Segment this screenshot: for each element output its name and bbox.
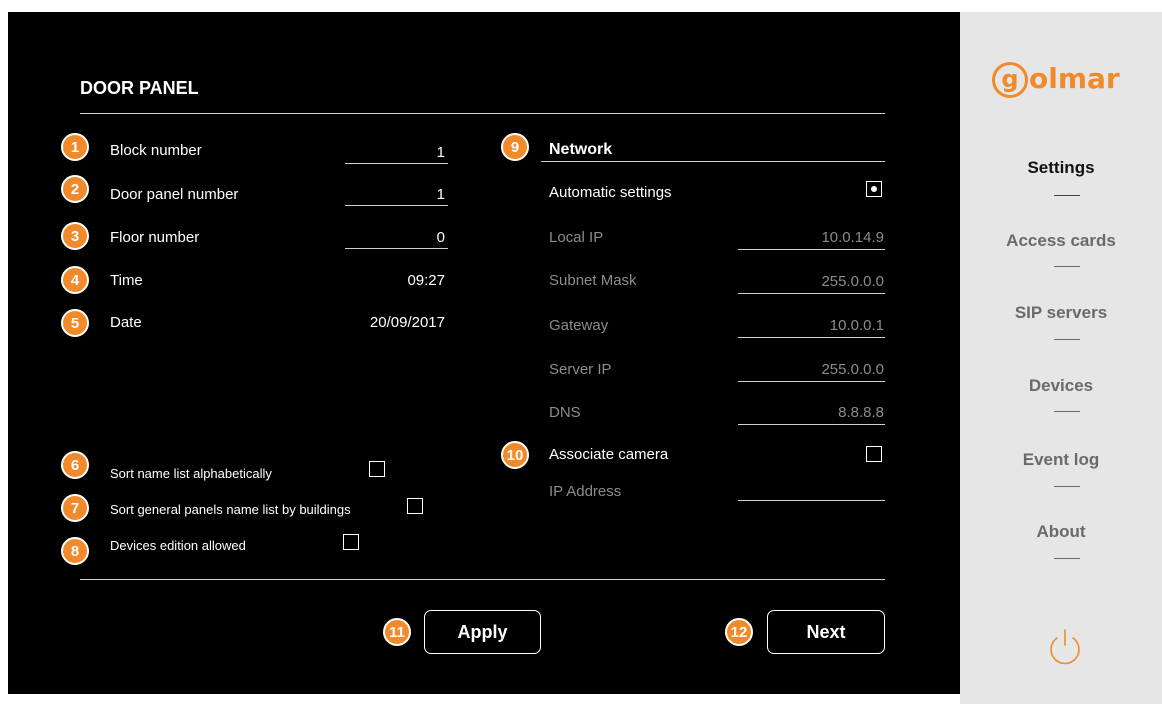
badge-5: 5	[61, 309, 89, 337]
next-button[interactable]: Next	[767, 610, 885, 654]
gateway-value[interactable]: 10.0.0.1	[738, 317, 884, 334]
logo-g-mark: g	[992, 62, 1028, 98]
gateway-underline	[738, 337, 885, 338]
badge-7: 7	[61, 494, 89, 522]
nav-settings[interactable]: Settings	[960, 158, 1162, 178]
badge-6: 6	[61, 451, 89, 479]
dns-value[interactable]: 8.8.8.8	[738, 404, 884, 421]
block-number-underline	[345, 163, 448, 164]
block-number-label: Block number	[110, 142, 202, 159]
logo-wordmark: olmar	[1029, 62, 1120, 95]
date-label: Date	[110, 314, 142, 331]
badge-8: 8	[61, 537, 89, 565]
badge-11: 11	[383, 618, 411, 646]
nav-sip-servers-dash	[1054, 339, 1080, 340]
time-value[interactable]: 09:27	[345, 272, 445, 289]
sort-alphabetically-checkbox[interactable]	[369, 461, 385, 477]
associate-camera-label: Associate camera	[549, 446, 669, 463]
nav-sip-servers[interactable]: SIP servers	[960, 303, 1162, 323]
devices-edition-checkbox[interactable]	[343, 534, 359, 550]
sort-alphabetically-label: Sort name list alphabetically	[110, 466, 272, 481]
subnet-mask-value[interactable]: 255.0.0.0	[738, 273, 884, 290]
badge-10: 10	[501, 441, 529, 469]
bottom-divider	[80, 579, 885, 580]
floor-number-value[interactable]: 0	[345, 229, 445, 246]
nav-about[interactable]: About	[960, 522, 1162, 542]
nav-devices-dash	[1054, 411, 1080, 412]
nav-settings-dash	[1054, 195, 1080, 196]
nav-event-log-dash	[1054, 486, 1080, 487]
floor-number-label: Floor number	[110, 229, 200, 246]
nav-devices[interactable]: Devices	[960, 376, 1162, 396]
badge-2: 2	[61, 175, 89, 203]
dns-underline	[738, 424, 885, 425]
main-panel	[8, 12, 960, 694]
door-panel-number-value[interactable]: 1	[345, 186, 445, 203]
sort-by-buildings-label: Sort general panels name list by buildin…	[110, 502, 351, 517]
local-ip-label: Local IP	[549, 229, 604, 246]
nav-access-cards[interactable]: Access cards	[960, 231, 1162, 251]
badge-4: 4	[61, 266, 89, 294]
local-ip-value[interactable]: 10.0.14.9	[738, 229, 884, 246]
automatic-settings-label: Automatic settings	[549, 184, 672, 201]
subnet-mask-underline	[738, 293, 885, 294]
sort-by-buildings-checkbox[interactable]	[407, 498, 423, 514]
time-label: Time	[110, 272, 143, 289]
dns-label: DNS	[549, 404, 581, 421]
block-number-value[interactable]: 1	[345, 144, 445, 161]
subnet-mask-label: Subnet Mask	[549, 272, 637, 289]
nav-event-log[interactable]: Event log	[960, 450, 1162, 470]
devices-edition-label: Devices edition allowed	[110, 538, 246, 553]
door-panel-number-label: Door panel number	[110, 186, 239, 203]
page-title: DOOR PANEL	[80, 78, 199, 98]
badge-3: 3	[61, 222, 89, 250]
sidebar	[960, 12, 1162, 704]
server-ip-underline	[738, 381, 885, 382]
ip-address-label: IP Address	[549, 483, 622, 500]
apply-button[interactable]: Apply	[424, 610, 541, 654]
badge-9: 9	[501, 133, 529, 161]
radio-selected-dot	[871, 186, 877, 192]
ip-address-underline	[738, 500, 885, 501]
date-value[interactable]: 20/09/2017	[335, 314, 445, 331]
gateway-label: Gateway	[549, 317, 609, 334]
local-ip-underline	[738, 249, 885, 250]
server-ip-value[interactable]: 255.0.0.0	[738, 361, 884, 378]
network-title: Network	[549, 141, 613, 158]
power-icon[interactable]	[1046, 628, 1084, 666]
nav-access-cards-dash	[1054, 266, 1080, 267]
associate-camera-checkbox[interactable]	[866, 446, 882, 462]
floor-number-underline	[345, 248, 448, 249]
automatic-settings-radio[interactable]	[866, 181, 882, 197]
door-panel-number-underline	[345, 205, 448, 206]
network-divider	[541, 161, 885, 162]
badge-1: 1	[61, 133, 89, 161]
golmar-logo: g olmar	[992, 62, 1120, 98]
nav-about-dash	[1054, 558, 1080, 559]
title-divider	[80, 113, 885, 114]
badge-12: 12	[725, 618, 753, 646]
server-ip-label: Server IP	[549, 361, 612, 378]
